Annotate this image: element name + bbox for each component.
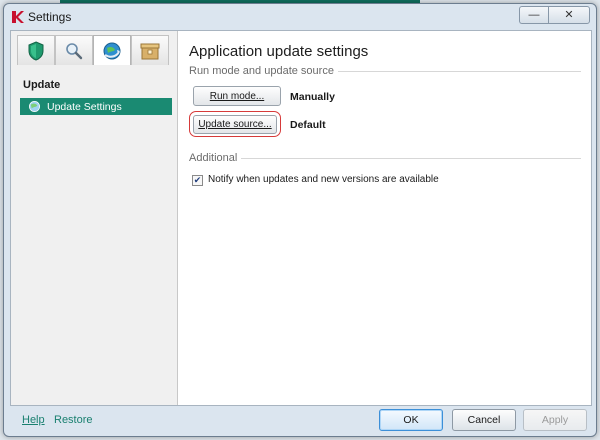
- notify-checkbox[interactable]: ✔: [192, 175, 203, 186]
- run-mode-group-header: Run mode and update source: [189, 65, 581, 77]
- update-source-button[interactable]: Update source...: [193, 115, 277, 134]
- group-title: Additional: [189, 152, 242, 164]
- settings-window: Settings — ✕ Update Update Settings Appl…: [3, 3, 597, 437]
- help-link[interactable]: Help: [22, 414, 45, 426]
- cancel-button[interactable]: Cancel: [452, 409, 516, 431]
- checkmark-icon: ✔: [193, 175, 202, 185]
- help-link-label: Help: [22, 414, 45, 426]
- update-source-value: Default: [290, 119, 326, 131]
- window-title: Settings: [28, 10, 72, 24]
- page-title: Application update settings: [189, 43, 369, 60]
- run-mode-value: Manually: [290, 91, 335, 103]
- globe-icon: [103, 42, 121, 59]
- sidebar-item-update-settings[interactable]: Update Settings: [20, 98, 172, 115]
- magnifier-icon: [66, 42, 83, 59]
- sidebar-section-heading: Update: [23, 79, 61, 91]
- sidebar: Update Update Settings: [11, 31, 178, 405]
- run-mode-button[interactable]: Run mode...: [193, 86, 281, 106]
- run-mode-button-label: Run mode...: [209, 90, 265, 102]
- notify-checkbox-label[interactable]: Notify when updates and new versions are…: [208, 174, 439, 185]
- settings-client-area: Update Update Settings Application updat…: [10, 30, 592, 406]
- globe-icon: [29, 101, 40, 112]
- ok-button[interactable]: OK: [379, 409, 443, 431]
- group-title: Run mode and update source: [189, 65, 338, 77]
- minimize-button[interactable]: —: [519, 6, 548, 24]
- tab-update[interactable]: [93, 35, 131, 65]
- additional-group-header: Additional: [189, 152, 581, 164]
- group-divider: [189, 158, 581, 159]
- dialog-footer: Help Restore OK Cancel Apply: [10, 404, 590, 434]
- tab-options[interactable]: [131, 35, 169, 65]
- restore-link[interactable]: Restore: [54, 414, 93, 426]
- close-button[interactable]: ✕: [548, 6, 590, 24]
- apply-button[interactable]: Apply: [523, 409, 587, 431]
- update-source-button-label: Update source...: [198, 119, 272, 130]
- tab-protection[interactable]: [17, 35, 55, 65]
- category-tabs: [17, 35, 169, 65]
- window-controls: — ✕: [519, 6, 590, 24]
- shield-icon: [28, 40, 44, 61]
- app-logo-icon: [12, 11, 24, 23]
- main-panel: Application update settings Run mode and…: [178, 31, 591, 405]
- title-bar[interactable]: Settings — ✕: [4, 4, 596, 30]
- sidebar-item-label: Update Settings: [47, 100, 122, 113]
- tab-scan[interactable]: [55, 35, 93, 65]
- box-icon: [140, 43, 160, 59]
